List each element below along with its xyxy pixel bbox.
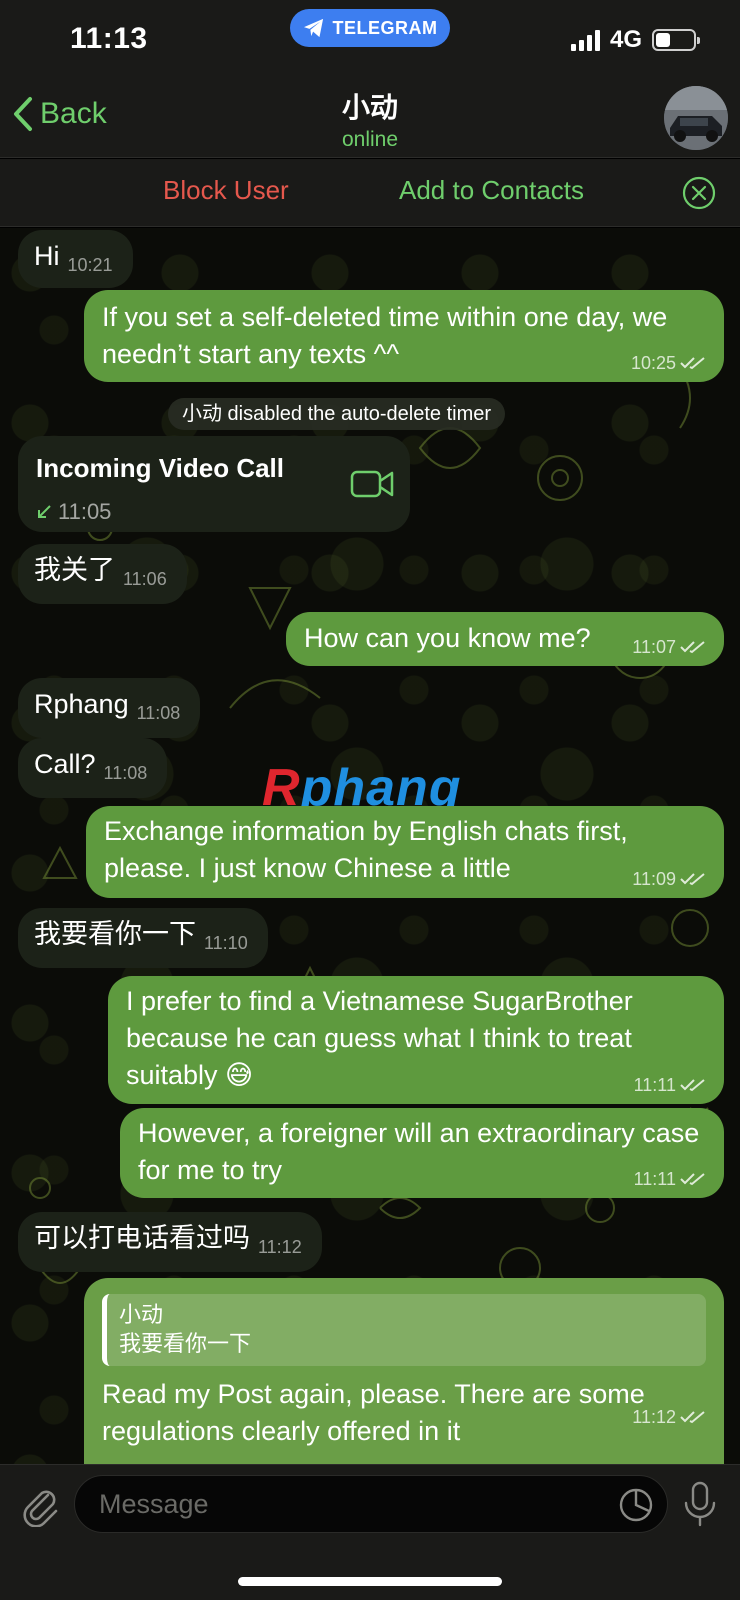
message-text: Hi <box>34 241 60 271</box>
message-outgoing[interactable]: If you set a self-deleted time within on… <box>84 290 724 382</box>
message-outgoing[interactable]: How can you know me? 11:07 <box>286 612 724 666</box>
message-meta: 11:11 <box>634 1170 706 1188</box>
message-time: 11:11 <box>633 1169 676 1189</box>
message-time: 10:21 <box>67 255 113 275</box>
message-input[interactable] <box>74 1475 668 1533</box>
network-type: 4G <box>609 26 642 53</box>
double-check-icon <box>680 641 705 654</box>
message-meta: 11:12 <box>632 1408 706 1426</box>
telegram-plane-icon <box>303 18 323 38</box>
message-text: Call? <box>34 749 96 779</box>
chat-header: Back 小动 online <box>0 80 740 158</box>
double-check-icon <box>680 873 705 886</box>
contact-name: 小动 <box>341 92 398 123</box>
message-meta: 11:11 <box>634 1076 706 1094</box>
sticker-icon[interactable] <box>618 1487 654 1523</box>
call-message[interactable]: Incoming Video Call 11:05 <box>18 436 410 532</box>
message-time: 11:12 <box>258 1237 302 1257</box>
message-text: If you set a self-deleted time within on… <box>102 302 668 369</box>
double-check-icon <box>680 1079 705 1092</box>
service-message: 小动 disabled the auto-delete timer <box>168 398 506 430</box>
microphone-icon[interactable] <box>682 1481 718 1527</box>
message-incoming[interactable]: 我要看你一下 11:10 <box>18 908 268 968</box>
avatar-image <box>664 86 728 150</box>
message-text: Read my Post again, please. There are so… <box>102 1379 645 1446</box>
message-outgoing[interactable]: Exchange information by English chats fi… <box>86 806 724 898</box>
message-outgoing[interactable]: However, a foreigner will an extraordina… <box>120 1108 724 1198</box>
telegram-pill-label: TELEGRAM <box>332 17 438 38</box>
message-time: 11:09 <box>632 869 676 889</box>
chevron-left-icon <box>14 97 32 131</box>
block-user-button[interactable]: Block User <box>163 175 289 206</box>
message-time: 11:06 <box>123 569 167 589</box>
signal-icon <box>570 29 600 51</box>
message-outgoing[interactable]: I prefer to find a Vietnamese SugarBroth… <box>108 976 724 1104</box>
status-time: 11:13 <box>70 22 148 55</box>
call-time: 11:05 <box>58 499 112 524</box>
home-indicator[interactable] <box>238 1577 502 1586</box>
message-incoming[interactable]: Hi 10:21 <box>18 230 133 288</box>
message-incoming[interactable]: 可以打电话看过吗 11:12 <box>18 1212 322 1272</box>
call-meta: 11:05 <box>36 493 392 530</box>
message-list[interactable]: Hi 10:21 If you set a self-deleted time w… <box>0 228 740 1464</box>
arrow-incoming-icon <box>38 504 51 518</box>
message-time: 11:11 <box>633 1075 676 1095</box>
message-outgoing-reply[interactable]: 小动 我要看你一下 Read my Post again, please. Th… <box>84 1278 724 1464</box>
message-incoming[interactable]: Call? 11:08 <box>18 738 168 798</box>
contact-action-bar: Block User Add to Contacts <box>0 159 740 227</box>
composer-bar <box>0 1464 740 1600</box>
message-text: Rphang <box>34 689 129 719</box>
message-time: 11:08 <box>136 703 181 723</box>
message-text: However, a foreigner will an extraordina… <box>138 1118 700 1185</box>
message-text: How can you know me? <box>304 623 591 653</box>
reply-preview[interactable]: 小动 我要看你一下 <box>102 1294 706 1366</box>
message-meta: 11:09 <box>632 870 706 888</box>
telegram-pill[interactable]: TELEGRAM <box>290 9 450 47</box>
message-text: 可以打电话看过吗 <box>34 1223 250 1253</box>
status-bar: 11:13 TELEGRAM 4G <box>0 0 740 80</box>
message-time: 11:12 <box>632 1407 676 1427</box>
double-check-icon <box>680 1411 705 1424</box>
chat-title[interactable]: 小动 online <box>0 86 740 152</box>
battery-icon <box>652 29 700 51</box>
double-check-icon <box>680 1173 705 1186</box>
message-time: 11:07 <box>632 637 676 657</box>
add-to-contacts-button[interactable]: Add to Contacts <box>399 175 584 206</box>
message-incoming[interactable]: 我关了 11:06 <box>18 544 187 604</box>
message-time: 11:10 <box>204 933 248 953</box>
call-title: Incoming Video Call <box>36 453 285 483</box>
video-camera-icon[interactable] <box>350 468 394 500</box>
message-incoming[interactable]: Rphang 11:08 <box>18 678 201 738</box>
contact-status: online <box>341 128 399 151</box>
message-time: 10:25 <box>630 353 676 373</box>
message-text: 我关了 <box>34 555 115 585</box>
message-meta: 10:25 <box>631 354 706 372</box>
paperclip-icon[interactable] <box>18 1483 62 1527</box>
avatar[interactable] <box>664 86 728 150</box>
back-label: Back <box>40 97 107 130</box>
message-time: 11:08 <box>103 763 148 783</box>
reply-author: 小动 <box>119 1302 164 1327</box>
message-text: I prefer to find a Vietnamese SugarBroth… <box>126 986 633 1090</box>
message-meta: 11:07 <box>632 638 706 656</box>
close-circle-icon[interactable] <box>682 176 716 210</box>
message-text: 我要看你一下 <box>34 919 196 949</box>
message-text: Exchange information by English chats fi… <box>104 816 628 883</box>
reply-text: 我要看你一下 <box>119 1331 252 1356</box>
status-indicators: 4G <box>570 26 700 54</box>
back-button[interactable]: Back <box>12 96 107 132</box>
double-check-icon <box>680 357 705 370</box>
